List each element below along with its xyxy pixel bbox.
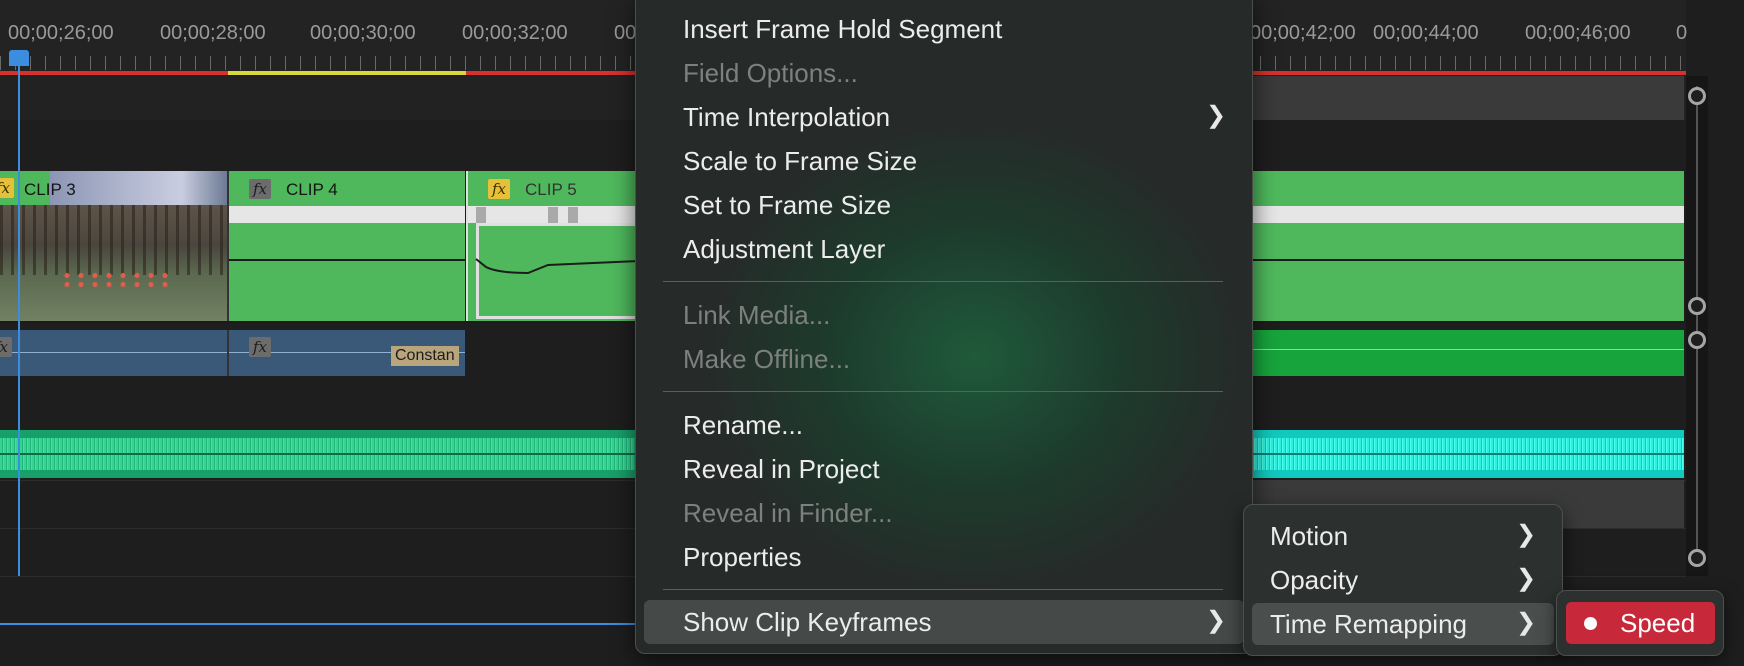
- scroll-handle[interactable]: [1688, 331, 1706, 349]
- keyframe-marker[interactable]: [476, 207, 486, 223]
- right-gutter: [1708, 0, 1744, 666]
- menu-item-adjustment-layer[interactable]: Adjustment Layer: [636, 228, 1252, 270]
- fx-badge-icon: fx: [249, 179, 271, 199]
- menu-item-insert-frame-hold[interactable]: Insert Frame Hold Segment: [636, 8, 1252, 50]
- checked-dot-icon: [1584, 617, 1597, 630]
- render-bar-red: [1250, 71, 1686, 75]
- menu-item-field-options[interactable]: Field Options...: [636, 52, 1252, 94]
- chevron-right-icon: ❯: [1516, 521, 1537, 548]
- menu-item-reveal-in-finder[interactable]: Reveal in Finder...: [636, 492, 1252, 534]
- timecode-label: 00;00;26;00: [8, 22, 114, 44]
- menu-separator: [663, 281, 1223, 282]
- scroll-handle[interactable]: [1688, 297, 1706, 315]
- menu-item-reveal-in-project[interactable]: Reveal in Project: [636, 448, 1252, 490]
- timecode-label: 00;00;42;00: [1250, 22, 1356, 44]
- menu-item-rename[interactable]: Rename...: [636, 404, 1252, 446]
- menu-item-scale-to-frame-size[interactable]: Scale to Frame Size: [636, 140, 1252, 182]
- vertical-scrollbar[interactable]: [1686, 76, 1708, 576]
- work-area-bar[interactable]: [0, 623, 640, 625]
- clip-4[interactable]: fx CLIP 4: [229, 171, 465, 321]
- menu-item-show-clip-keyframes[interactable]: Show Clip Keyframes: [644, 600, 1244, 644]
- scroll-handle[interactable]: [1688, 549, 1706, 567]
- timecode-label: 00;00;44;00: [1373, 22, 1479, 44]
- keyframes-submenu: Motion ❯ Opacity ❯ Time Remapping ❯: [1243, 504, 1563, 656]
- timecode-label: 0: [1676, 22, 1688, 44]
- chevron-right-icon: ❯: [1516, 565, 1537, 592]
- keyframe-marker[interactable]: [568, 207, 578, 223]
- render-bar-yellow: [228, 71, 466, 75]
- menu-item-properties[interactable]: Properties: [636, 536, 1252, 578]
- time-remapping-submenu: Speed: [1556, 590, 1724, 656]
- transition-label[interactable]: Constan: [391, 346, 459, 366]
- submenu-item-time-remapping[interactable]: Time Remapping: [1252, 603, 1554, 645]
- menu-item-time-interpolation[interactable]: Time Interpolation: [636, 96, 1252, 138]
- clip-continuation[interactable]: [1251, 171, 1684, 321]
- chevron-right-icon: ❯: [1206, 102, 1227, 129]
- submenu-item-motion[interactable]: Motion: [1244, 515, 1562, 557]
- menu-separator: [663, 589, 1223, 590]
- context-menu: Insert Frame Hold Segment Field Options.…: [635, 0, 1253, 654]
- clip-name: CLIP 4: [286, 180, 338, 199]
- timecode-label: 00;00;32;00: [462, 22, 568, 44]
- submenu-item-opacity[interactable]: Opacity: [1244, 559, 1562, 601]
- timecode-label: 00;00;46;00: [1525, 22, 1631, 44]
- clip-name: CLIP 3: [24, 180, 76, 199]
- audio-clip[interactable]: [1251, 430, 1684, 478]
- menu-item-label: Speed: [1620, 608, 1696, 638]
- menu-item-label: Show Clip Keyframes: [683, 607, 932, 637]
- menu-item-make-offline[interactable]: Make Offline...: [636, 338, 1252, 380]
- fx-badge-icon: fx: [249, 337, 271, 357]
- playhead-line[interactable]: [18, 66, 20, 576]
- clip-5[interactable]: fx CLIP 5: [466, 171, 641, 321]
- timecode-label: 00;00;30;00: [310, 22, 416, 44]
- clip-adjustment[interactable]: fx: [0, 330, 229, 376]
- fx-badge-icon: fx: [488, 179, 510, 199]
- chevron-right-icon: ❯: [1206, 607, 1227, 634]
- clip-name: CLIP 5: [525, 180, 577, 199]
- audio-clip[interactable]: [0, 430, 636, 478]
- menu-item-label: Opacity: [1270, 565, 1359, 595]
- scroll-handle[interactable]: [1688, 87, 1706, 105]
- menu-item-label: Time Interpolation: [683, 102, 891, 132]
- keyframe-marker[interactable]: [548, 207, 558, 223]
- menu-item-label: Time Remapping: [1270, 609, 1468, 639]
- menu-item-link-media[interactable]: Link Media...: [636, 294, 1252, 336]
- playhead-handle[interactable]: [9, 50, 29, 66]
- render-bar-red: [466, 71, 636, 75]
- timecode-label: 00: [614, 22, 637, 44]
- clip-adjustment[interactable]: fx Constan: [229, 330, 465, 376]
- chevron-right-icon: ❯: [1516, 609, 1537, 636]
- menu-item-set-to-frame-size[interactable]: Set to Frame Size: [636, 184, 1252, 226]
- render-bar-red: [0, 71, 228, 75]
- fx-badge-icon: fx: [0, 337, 12, 357]
- speed-curve[interactable]: [468, 251, 638, 281]
- track-row: [1251, 76, 1684, 120]
- timecode-label: 00;00;28;00: [160, 22, 266, 44]
- menu-item-label: Motion: [1270, 521, 1349, 551]
- fx-badge-icon: fx: [0, 178, 14, 198]
- submenu-item-speed[interactable]: Speed: [1566, 602, 1715, 644]
- clip-3[interactable]: fx CLIP 3: [0, 171, 229, 321]
- clip-green-v2[interactable]: [1251, 330, 1684, 376]
- menu-separator: [663, 391, 1223, 392]
